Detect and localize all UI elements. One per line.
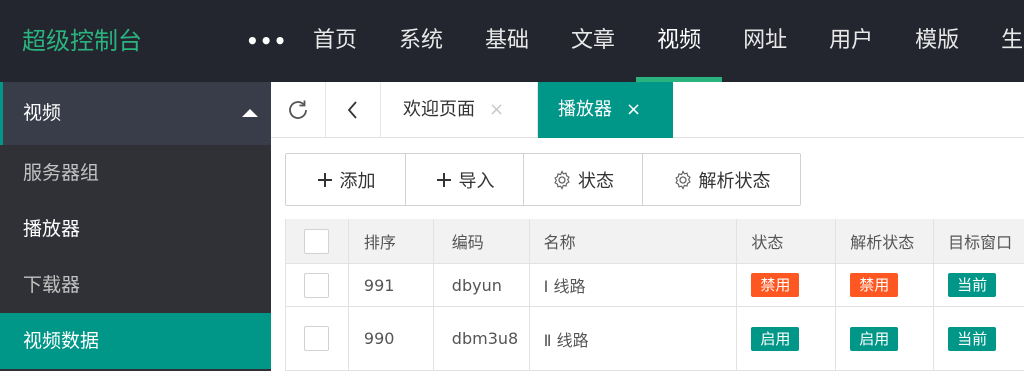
column-header-status: 状态 <box>737 219 837 263</box>
parse-status-button-label: 解析状态 <box>698 170 771 192</box>
chevron-left-icon <box>347 100 357 119</box>
refresh-icon <box>289 100 307 119</box>
nav-item-website[interactable]: 网址 <box>722 0 808 82</box>
cell-sort: 991 <box>349 264 434 306</box>
parse-status-badge[interactable]: 启用 <box>850 326 899 351</box>
top-header: 超级控制台 ••• 首页 系统 基础 文章 视频 网址 用户 模版 生成 <box>0 0 1024 82</box>
cell-parse-status: 启用 <box>836 307 935 370</box>
parse-status-badge[interactable]: 禁用 <box>850 273 899 297</box>
refresh-button[interactable] <box>271 82 326 137</box>
action-toolbar: 添加 导入 状态 解析状态 <box>285 153 801 206</box>
import-button[interactable]: 导入 <box>406 154 524 205</box>
table-header: 排序 编码 名称 状态 解析状态 目标窗口 <box>286 219 1024 264</box>
app-logo: 超级控制台 <box>22 27 142 55</box>
nav-item-video[interactable]: 视频 <box>636 0 723 82</box>
cell-target-window: 当前 <box>934 264 1024 306</box>
plus-icon <box>435 171 453 189</box>
cell-status: 禁用 <box>737 264 837 306</box>
row-checkbox[interactable] <box>304 272 330 298</box>
status-button-label: 状态 <box>578 170 614 192</box>
row-checkbox-cell <box>286 307 349 370</box>
cell-sort: 990 <box>349 307 434 370</box>
tab-back-button[interactable] <box>326 82 381 137</box>
cell-code: dbm3u8 <box>434 307 530 370</box>
player-table: 排序 编码 名称 状态 解析状态 目标窗口 991 dbyun Ⅰ 线路 禁用 … <box>285 219 1024 371</box>
status-badge[interactable]: 禁用 <box>751 273 800 297</box>
gear-icon <box>552 169 572 190</box>
column-header-target-window: 目标窗口 <box>948 233 1013 252</box>
column-header-name: 名称 <box>530 219 738 263</box>
plus-icon <box>316 171 334 189</box>
tab-welcome-label: 欢迎页面 <box>403 99 475 120</box>
cell-status: 启用 <box>737 307 837 370</box>
sidebar-item-downloader[interactable]: 下载器 <box>0 257 271 313</box>
gear-icon <box>673 169 693 190</box>
cell-parse-status: 禁用 <box>836 264 935 306</box>
nav-item-home[interactable]: 首页 <box>292 0 378 82</box>
sidebar-section-video[interactable]: 视频 <box>0 82 271 145</box>
sidebar-section-label: 视频 <box>23 102 62 124</box>
import-button-label: 导入 <box>458 170 495 192</box>
column-header-parse-status: 解析状态 <box>836 219 935 263</box>
column-header-code: 编码 <box>434 219 530 263</box>
parse-status-button[interactable]: 解析状态 <box>643 154 800 205</box>
tab-welcome[interactable]: 欢迎页面 × <box>381 82 538 137</box>
sidebar-item-server-group[interactable]: 服务器组 <box>0 145 271 201</box>
header-checkbox-cell <box>286 219 349 263</box>
nav-item-basic[interactable]: 基础 <box>464 0 550 82</box>
target-window-badge[interactable]: 当前 <box>948 326 997 351</box>
status-button[interactable]: 状态 <box>524 154 643 205</box>
select-all-checkbox[interactable] <box>304 228 330 254</box>
more-menu-icon[interactable]: ••• <box>246 0 287 82</box>
table-row: 990 dbm3u8 Ⅱ 线路 启用 启用 当前 <box>286 307 1024 371</box>
cell-code: dbyun <box>434 264 530 306</box>
target-window-badge[interactable]: 当前 <box>948 273 997 297</box>
table-row: 991 dbyun Ⅰ 线路 禁用 禁用 当前 <box>286 264 1024 307</box>
sidebar-item-player[interactable]: 播放器 <box>0 201 271 257</box>
nav-item-user[interactable]: 用户 <box>808 0 894 82</box>
add-button-label: 添加 <box>339 170 376 192</box>
row-checkbox[interactable] <box>304 326 330 351</box>
tab-player-label: 播放器 <box>558 99 612 120</box>
sidebar-item-video-data[interactable]: 视频数据 <box>0 313 271 369</box>
cell-name: Ⅱ 线路 <box>530 307 738 370</box>
admin-console: 超级控制台 ••• 首页 系统 基础 文章 视频 网址 用户 模版 生成 视频 … <box>0 0 1024 371</box>
row-checkbox-cell <box>286 264 349 306</box>
nav-item-system[interactable]: 系统 <box>378 0 464 82</box>
column-header-sort: 排序 <box>349 219 434 263</box>
tab-bar: 欢迎页面 × 播放器 × <box>271 82 1024 138</box>
add-button[interactable]: 添加 <box>286 154 406 205</box>
nav-item-generate[interactable]: 生成 <box>980 0 1024 82</box>
close-icon[interactable]: × <box>626 99 641 120</box>
close-icon[interactable]: × <box>489 99 504 120</box>
nav-item-article[interactable]: 文章 <box>550 0 636 82</box>
cell-name: Ⅰ 线路 <box>530 264 738 306</box>
sidebar: 视频 服务器组 播放器 下载器 视频数据 <box>0 82 271 371</box>
top-nav: 首页 系统 基础 文章 视频 网址 用户 模版 生成 <box>292 0 1024 82</box>
cell-target-window: 当前 <box>934 307 1024 370</box>
nav-item-template[interactable]: 模版 <box>894 0 980 82</box>
status-badge[interactable]: 启用 <box>751 326 800 351</box>
caret-up-icon <box>242 109 258 117</box>
tab-player[interactable]: 播放器 × <box>538 82 673 138</box>
